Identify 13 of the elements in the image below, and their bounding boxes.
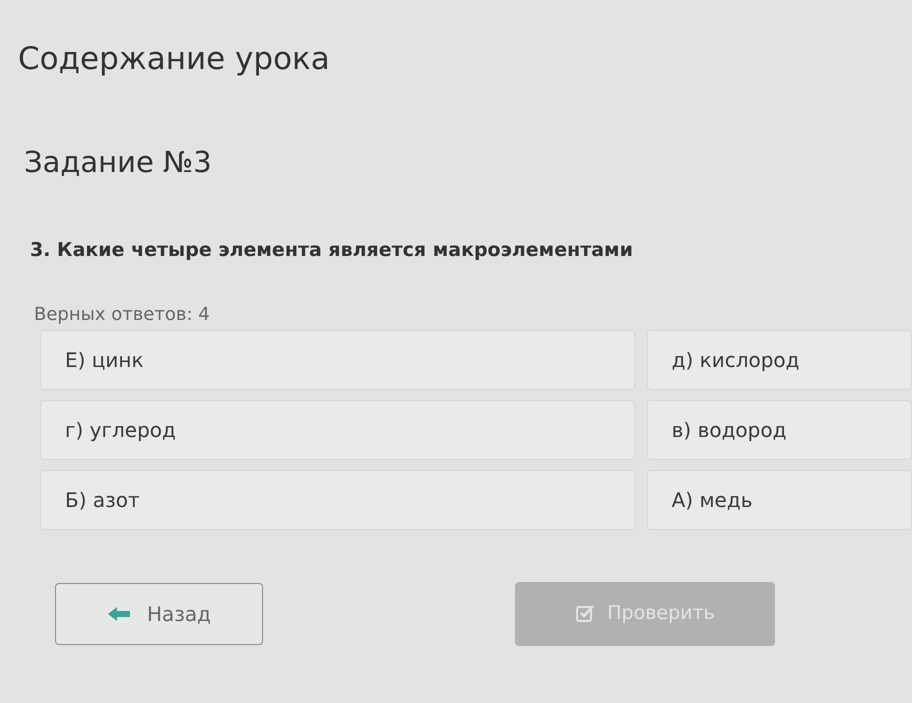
answer-option[interactable]: г) углерод <box>40 400 635 460</box>
answer-option[interactable]: д) кислород <box>646 330 912 390</box>
question-text: 3. Какие четыре элемента является макроэлементами <box>30 238 634 263</box>
answer-option[interactable]: Е) цинк <box>40 330 635 390</box>
answer-option[interactable]: Б) азот <box>40 470 635 530</box>
task-title: Задание №3 <box>24 144 213 180</box>
answers-count: Верных ответов: 4 <box>34 302 211 326</box>
answer-option[interactable]: в) водород <box>646 400 912 460</box>
checkbox-icon <box>575 604 596 624</box>
answer-option[interactable]: А) медь <box>646 470 912 530</box>
back-button[interactable]: Назад <box>55 582 263 644</box>
page-title: Содержание урока <box>18 40 331 79</box>
arrow-left-icon <box>106 606 131 622</box>
